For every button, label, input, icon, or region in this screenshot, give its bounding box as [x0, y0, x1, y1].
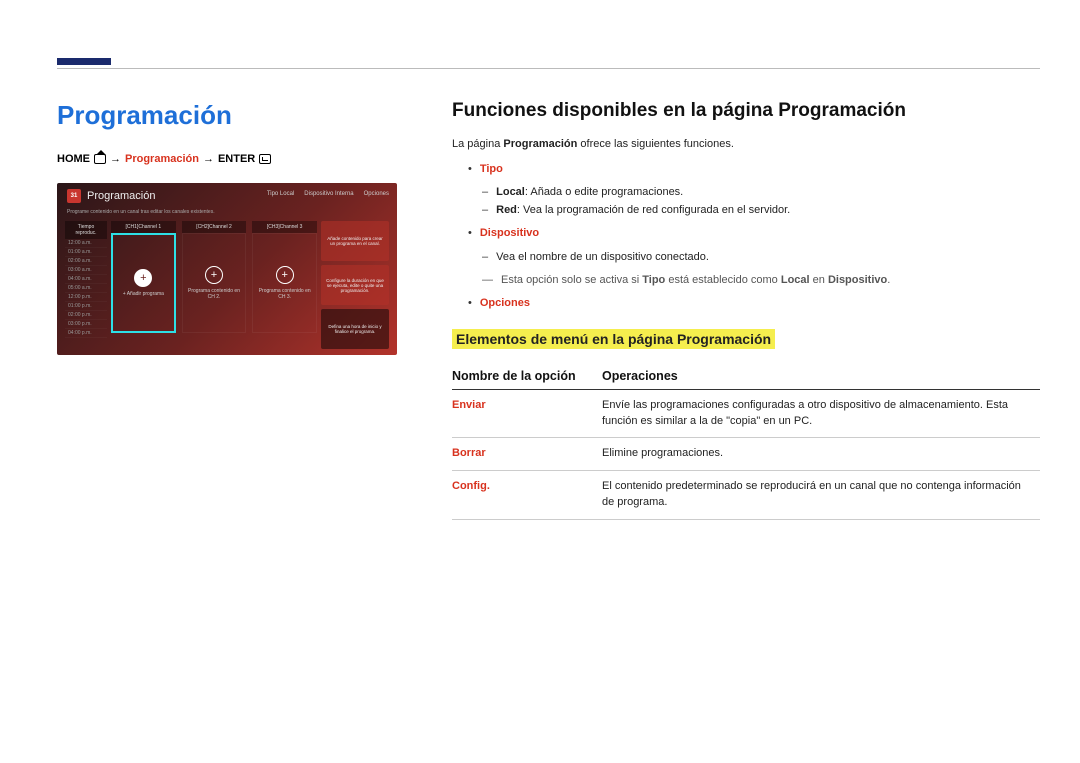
ss-device-dropdown: Dispositivo Interna [304, 191, 353, 197]
ss-ch-header: [CH2]Channel 2 [182, 221, 247, 233]
ss-time-header: Tiempo reproduc. [65, 221, 107, 239]
calendar-icon: 31 [67, 189, 81, 203]
ss-side-tip: Añade contenido para crear un programa e… [321, 221, 389, 261]
ss-channel-3: [CH3]Channel 3 + Programa contenido en C… [252, 221, 317, 349]
ss-time-column: Tiempo reproduc. 12:00 a.m. 01:00 a.m. 0… [65, 221, 107, 349]
table-row: Borrar Elimine programaciones. [452, 438, 1040, 471]
ss-header: 31 Programación Tipo Local Dispositivo I… [57, 183, 397, 209]
section-heading: Funciones disponibles en la página Progr… [452, 100, 1040, 122]
ss-top-right: Tipo Local Dispositivo Interna Opciones [267, 191, 389, 197]
options-table: Nombre de la opción Operaciones Enviar E… [452, 363, 1040, 521]
th-operations: Operaciones [602, 363, 1040, 390]
ss-time-row: 12:00 p.m. [65, 293, 107, 302]
ss-title: Programación [87, 190, 155, 202]
row-name: Enviar [452, 389, 602, 438]
ss-time-row: 01:00 a.m. [65, 248, 107, 257]
breadcrumb-home: HOME [57, 153, 90, 165]
ss-channels: [CH1]Channel 1 + + Añadir programa [CH2]… [111, 221, 317, 349]
ss-side-tip: Defina una hora de inicio y finalice el … [321, 309, 389, 349]
bullet-tipo: Tipo [468, 161, 1040, 179]
bullet-opciones: Opciones [468, 295, 1040, 313]
table-row: Enviar Envíe las programaciones configur… [452, 389, 1040, 438]
ss-ch-body: + Programa contenido en CH 3. [252, 233, 317, 333]
breadcrumb-enter: ENTER [218, 153, 255, 165]
breadcrumb: HOME → Programación → ENTER [57, 153, 407, 165]
plus-icon: + [276, 266, 294, 284]
top-rule [57, 68, 1040, 69]
row-desc: Elimine programaciones. [602, 438, 1040, 471]
ss-channel-1: [CH1]Channel 1 + + Añadir programa [111, 221, 176, 349]
device-note: Esta opción solo se activa si Tipo está … [482, 272, 1040, 289]
ss-type-dropdown: Tipo Local [267, 191, 294, 197]
ss-time-row: 05:00 a.m. [65, 284, 107, 293]
row-desc: El contenido predeterminado se reproduci… [602, 471, 1040, 520]
ss-options: Opciones [364, 191, 389, 197]
ss-time-row: 01:00 p.m. [65, 302, 107, 311]
plus-icon: + [205, 266, 223, 284]
ss-side-tip: Configure la duración en que se ejecuta,… [321, 265, 389, 305]
breadcrumb-arrow-1: → [110, 153, 121, 165]
ss-time-row: 03:00 a.m. [65, 266, 107, 275]
row-desc: Envíe las programaciones configuradas a … [602, 389, 1040, 438]
ss-side-panel: Añade contenido para crear un programa e… [321, 221, 389, 349]
table-row: Config. El contenido predeterminado se r… [452, 471, 1040, 520]
th-option-name: Nombre de la opción [452, 363, 602, 390]
sub-bullet-local: Local: Añada o edite programaciones. [482, 184, 1040, 202]
ss-channel-2: [CH2]Channel 2 + Programa contenido en C… [182, 221, 247, 349]
ss-body: Tiempo reproduc. 12:00 a.m. 01:00 a.m. 0… [57, 221, 397, 349]
left-column: Programación HOME → Programación → ENTER… [57, 100, 407, 355]
page-title: Programación [57, 100, 407, 131]
ss-ch-label: Programa contenido en CH 2. [183, 288, 246, 300]
ss-time-row: 03:00 p.m. [65, 320, 107, 329]
ss-time-row: 04:00 p.m. [65, 329, 107, 338]
sub-bullet-red: Red: Vea la programación de red configur… [482, 202, 1040, 220]
ss-ch-header: [CH1]Channel 1 [111, 221, 176, 233]
ss-ch-header: [CH3]Channel 3 [252, 221, 317, 233]
enter-icon [259, 154, 271, 164]
bullet-dispositivo: Dispositivo [468, 225, 1040, 243]
plus-icon: + [134, 269, 152, 287]
ui-screenshot-preview: 31 Programación Tipo Local Dispositivo I… [57, 183, 397, 355]
ss-time-row: 02:00 a.m. [65, 257, 107, 266]
top-accent-bar [57, 58, 111, 65]
ss-time-row: 12:00 a.m. [65, 239, 107, 248]
row-name: Config. [452, 471, 602, 520]
ss-time-list: 12:00 a.m. 01:00 a.m. 02:00 a.m. 03:00 a… [65, 239, 107, 338]
ss-time-row: 02:00 p.m. [65, 311, 107, 320]
breadcrumb-arrow-2: → [203, 153, 214, 165]
subsection-heading: Elementos de menú en la página Programac… [452, 329, 775, 349]
sub-bullet-device: Vea el nombre de un dispositivo conectad… [482, 249, 1040, 267]
breadcrumb-mid: Programación [125, 153, 199, 165]
ss-time-row: 04:00 a.m. [65, 275, 107, 284]
row-name: Borrar [452, 438, 602, 471]
ss-ch-label: + Añadir programa [121, 291, 166, 297]
intro-paragraph: La página Programación ofrece las siguie… [452, 136, 1040, 153]
right-column: Funciones disponibles en la página Progr… [452, 100, 1040, 520]
home-icon [94, 154, 106, 164]
ss-ch-body: + Programa contenido en CH 2. [182, 233, 247, 333]
ss-ch-body: + + Añadir programa [111, 233, 176, 333]
ss-subtitle: Programe contenido en un canal tras edit… [57, 209, 397, 221]
ss-ch-label: Programa contenido en CH 3. [253, 288, 316, 300]
